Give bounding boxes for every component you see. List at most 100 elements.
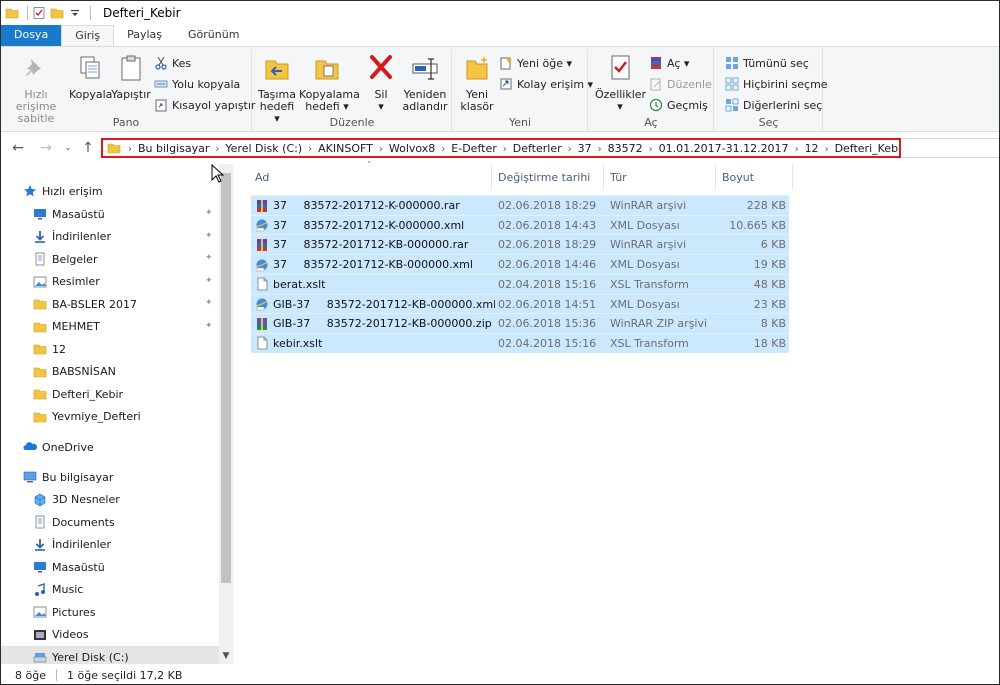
nav-item-9[interactable]: Yevmiye_Defteri [1, 406, 219, 428]
breadcrumb-item[interactable]: E-Defter [451, 142, 496, 155]
breadcrumb-item[interactable]: 12 [805, 142, 819, 155]
nav-item-7[interactable]: BABSNİSAN [1, 361, 219, 383]
copy-button[interactable]: Kopyala [69, 53, 112, 101]
file-row[interactable]: berat.xslt 02.04.2018 15:16 XSL Transform 4… [251, 273, 789, 294]
breadcrumb-chevron-icon[interactable]: › [649, 144, 653, 155]
breadcrumb-item[interactable]: Yerel Disk (C:) [225, 142, 302, 155]
back-arrow-icon[interactable]: ← [9, 138, 27, 158]
download-icon [35, 230, 45, 243]
nav-item-0[interactable]: Masaüstü ✦ [1, 203, 219, 225]
toolbar-divider [27, 6, 28, 20]
edit-button[interactable]: Düzenle [649, 75, 712, 93]
tab-view[interactable]: Görünüm [175, 25, 252, 46]
nav-pc-item-3[interactable]: Masaüstü [1, 556, 219, 578]
invert-selection-button[interactable]: Diğerlerini seç [725, 96, 822, 114]
recent-locations-chevron-icon[interactable]: ⌄ [59, 138, 77, 158]
nav-item-3[interactable]: Resimler ✦ [1, 271, 219, 293]
open-button[interactable]: Aç ▾ [649, 54, 689, 72]
column-header-date[interactable]: Değiştirme tarihi [492, 164, 604, 190]
breadcrumb-chevron-icon[interactable]: › [825, 144, 829, 155]
new-item-button[interactable]: Yeni öğe ▾ [499, 54, 572, 72]
nav-pc-item-1[interactable]: Documents [1, 511, 219, 533]
nav-quick-access[interactable]: Hızlı erişim [1, 180, 219, 202]
select-all-button[interactable]: Tümünü seç [725, 54, 809, 72]
nav-pc-item-2[interactable]: İndirilenler [1, 534, 219, 556]
nav-item-6[interactable]: 12 [1, 338, 219, 360]
onedrive-icon [23, 442, 37, 450]
column-header-name[interactable]: Ad [249, 164, 492, 190]
column-header-size[interactable]: Boyut [716, 164, 793, 190]
nav-pc-item-4[interactable]: Music [1, 579, 219, 601]
forward-arrow-icon[interactable]: → [37, 138, 55, 158]
breadcrumb-chevron-icon[interactable]: › [503, 144, 507, 155]
file-row[interactable]: 37 83572-201712-K-000000.xml 02.06.2018 1… [251, 214, 789, 235]
breadcrumb-item[interactable]: AKINSOFT [318, 142, 373, 155]
delete-button[interactable]: Sil ▾ [361, 53, 401, 113]
file-row[interactable]: 37 83572-201712-K-000000.rar 02.06.2018 1… [251, 195, 789, 215]
navigation-row: ← → ⌄ ↑ › Bu bilgisayar › Yerel Disk (C:) › A… [1, 134, 999, 162]
rar-icon [257, 238, 267, 251]
address-bar[interactable]: › Bu bilgisayar › Yerel Disk (C:) › AKINSOFT ›… [101, 138, 901, 158]
breadcrumb-chevron-icon[interactable]: › [568, 144, 572, 155]
cut-button[interactable]: Kes [154, 54, 191, 72]
customize-dropdown-icon[interactable] [68, 6, 82, 20]
open-group-label: Aç [644, 116, 658, 129]
navigation-pane: Hızlı erişim Masaüstü ✦ İndirilenler ✦ Belgel… [1, 164, 233, 664]
file-row[interactable]: 37 83572-201712-KB-000000.xml 02.06.2018 … [251, 254, 789, 275]
move-to-button[interactable]: Taşıma hedefi ▾ [257, 53, 297, 125]
clipboard-group: Hızlı erişime sabitle Kopyala Yapıştır K… [1, 49, 255, 131]
nav-pc-item-5[interactable]: Pictures [1, 601, 219, 623]
breadcrumb-chevron-icon[interactable]: › [379, 144, 383, 155]
nav-item-4[interactable]: BA-BSLER 2017 ✦ [1, 293, 219, 315]
new-folder-icon[interactable] [50, 6, 64, 20]
nav-pc-item-7[interactable]: Yerel Disk (C:) [1, 646, 219, 664]
paste-shortcut-button[interactable]: Kısayol yapıştır [154, 96, 255, 114]
new-item-icon [500, 57, 512, 70]
new-folder-button[interactable]: Yeni klasör [457, 53, 497, 113]
breadcrumb-chevron-icon[interactable]: › [128, 144, 132, 155]
properties-button[interactable]: Özellikler ▾ [595, 53, 646, 113]
breadcrumb-chevron-icon[interactable]: › [215, 144, 219, 155]
up-arrow-icon[interactable]: ↑ [79, 138, 97, 158]
breadcrumb-item[interactable]: Bu bilgisayar [138, 142, 209, 155]
breadcrumb-item[interactable]: 01.01.2017-31.12.2017 [659, 142, 789, 155]
easy-access-button[interactable]: Kolay erişim ▾ [499, 75, 593, 93]
breadcrumb-chevron-icon[interactable]: › [795, 144, 799, 155]
tab-home[interactable]: Giriş [61, 25, 115, 46]
nav-item-8[interactable]: Defteri_Kebir [1, 383, 219, 405]
history-button[interactable]: Geçmiş [649, 96, 708, 114]
breadcrumb-item[interactable]: 37 [578, 142, 592, 155]
nav-scrollbar-thumb[interactable] [221, 173, 231, 583]
tab-share[interactable]: Paylaş [114, 25, 175, 46]
breadcrumb-item[interactable]: 83572 [608, 142, 643, 155]
rename-button[interactable]: Yeniden adlandır [401, 53, 449, 113]
nav-pc-item-6[interactable]: Videos [1, 624, 219, 646]
nav-item-5[interactable]: MEHMET ✦ [1, 316, 219, 338]
breadcrumb-chevron-icon[interactable]: › [441, 144, 445, 155]
nav-item-1[interactable]: İndirilenler ✦ [1, 226, 219, 248]
tab-file[interactable]: Dosya [1, 25, 62, 46]
file-row[interactable]: GIB-37 83572-201712-KB-000000.zip 02.06.2… [251, 313, 789, 334]
nav-onedrive[interactable]: OneDrive [1, 436, 219, 458]
file-row[interactable]: 37 83572-201712-KB-000000.rar 02.06.2018 … [251, 234, 789, 255]
copy-to-button[interactable]: Kopyalama hedefi ▾ [299, 53, 360, 113]
breadcrumb-chevron-icon[interactable]: › [598, 144, 602, 155]
file-row[interactable]: GIB-37 83572-201712-KB-000000.xml 02.06.2… [251, 293, 789, 314]
file-date: 02.06.2018 14:51 [498, 297, 597, 311]
breadcrumb-item[interactable]: Defteri_Kebir [835, 142, 899, 155]
breadcrumb-item[interactable]: Wolvox8 [389, 142, 435, 155]
nav-pc-item-0[interactable]: 3D Nesneler [1, 489, 219, 511]
breadcrumb-chevron-icon[interactable]: › [308, 144, 312, 155]
column-header-type[interactable]: Tür [604, 164, 716, 190]
copy-path-button[interactable]: Yolu kopyala [154, 75, 240, 93]
paste-button[interactable]: Yapıştır [111, 53, 151, 101]
select-none-button[interactable]: Hiçbirini seçme [725, 75, 828, 93]
cut-label: Kes [172, 56, 192, 70]
properties-check-icon[interactable] [32, 6, 46, 20]
pin-to-quick-access-button[interactable]: Hızlı erişime sabitle [5, 53, 67, 125]
nav-item-2[interactable]: Belgeler ✦ [1, 248, 219, 270]
file-row[interactable]: kebir.xslt 02.04.2018 15:16 XSL Transform 1… [251, 332, 789, 353]
nav-this-pc[interactable]: Bu bilgisayar [1, 466, 219, 488]
scroll-down-icon[interactable]: ▼ [219, 649, 233, 663]
breadcrumb-item[interactable]: Defterler [513, 142, 562, 155]
